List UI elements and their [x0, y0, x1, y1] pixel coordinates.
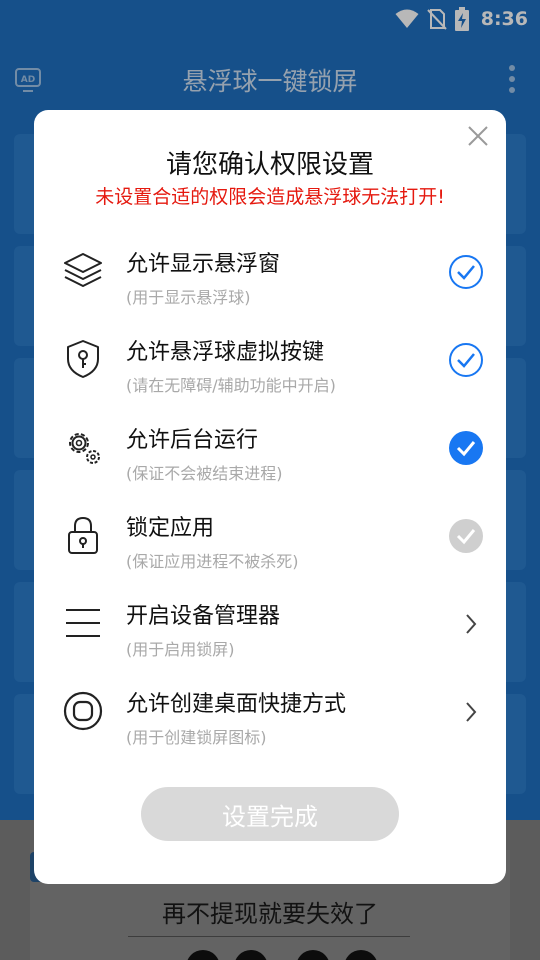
permission-sub: (保证应用进程不被杀死): [126, 552, 299, 571]
permission-text: 允许悬浮球虚拟按键 (请在无障碍/辅助功能中开启): [126, 334, 336, 396]
shortcut-circle-icon: [63, 691, 103, 731]
permission-list: 允许显示悬浮窗 (用于显示悬浮球) 允许悬浮球虚拟按键 (请在无障碍/辅助功能中…: [34, 228, 506, 756]
permission-sub: (用于创建锁屏图标): [126, 728, 267, 747]
permission-text: 锁定应用 (保证应用进程不被杀死): [126, 510, 299, 572]
permission-dialog: 请您确认权限设置 未设置合适的权限会造成悬浮球无法打开! 允许显示悬浮窗 (用于…: [34, 110, 506, 884]
permission-item-device-admin[interactable]: 开启设备管理器 (用于启用锁屏): [34, 580, 506, 668]
permission-text: 允许后台运行 (保证不会被结束进程): [126, 422, 283, 484]
filled-check-icon: [449, 431, 483, 465]
done-button[interactable]: 设置完成: [141, 787, 399, 841]
lock-icon: [68, 516, 98, 554]
shield-key-icon: [67, 340, 99, 378]
permission-sub: (请在无障碍/辅助功能中开启): [126, 376, 336, 395]
dialog-warning: 未设置合适的权限会造成悬浮球无法打开!: [95, 186, 445, 208]
dialog-title: 请您确认权限设置: [165, 150, 374, 180]
menu-lines-icon: [66, 609, 100, 637]
chevron-right-icon[interactable]: [464, 700, 478, 724]
permission-label: 开启设备管理器: [126, 604, 281, 629]
outline-check-icon: [449, 255, 483, 289]
permission-item-desktop-shortcut[interactable]: 允许创建桌面快捷方式 (用于创建锁屏图标): [34, 668, 506, 756]
permission-label: 允许显示悬浮窗: [126, 252, 281, 277]
chevron-right-icon[interactable]: [464, 612, 478, 636]
permission-sub: (用于启用锁屏): [126, 640, 235, 659]
permission-item-floating-window[interactable]: 允许显示悬浮窗 (用于显示悬浮球): [34, 228, 506, 316]
grey-check-icon: [449, 519, 483, 553]
permission-text: 允许创建桌面快捷方式 (用于创建锁屏图标): [126, 686, 346, 748]
layers-icon: [64, 253, 102, 287]
permission-item-background-run[interactable]: 允许后台运行 (保证不会被结束进程): [34, 404, 506, 492]
permission-label: 允许悬浮球虚拟按键: [126, 340, 325, 365]
permission-label: 锁定应用: [126, 516, 215, 541]
permission-label: 允许创建桌面快捷方式: [126, 692, 347, 717]
outline-check-icon: [449, 343, 483, 377]
gears-icon: [69, 433, 100, 464]
permission-text: 开启设备管理器 (用于启用锁屏): [126, 598, 280, 660]
permission-sub: (保证不会被结束进程): [126, 464, 283, 483]
permission-item-lock-app[interactable]: 锁定应用 (保证应用进程不被杀死): [34, 492, 506, 580]
permission-sub: (用于显示悬浮球): [126, 288, 251, 307]
permission-label: 允许后台运行: [126, 428, 259, 453]
permission-item-virtual-key[interactable]: 允许悬浮球虚拟按键 (请在无障碍/辅助功能中开启): [34, 316, 506, 404]
permission-text: 允许显示悬浮窗 (用于显示悬浮球): [126, 246, 280, 308]
